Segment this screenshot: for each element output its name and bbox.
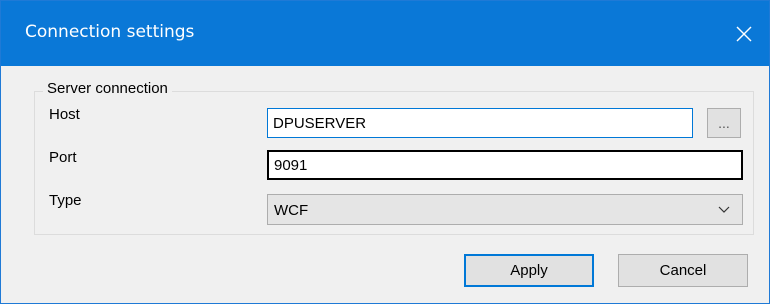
chevron-down-icon bbox=[718, 206, 730, 213]
port-input[interactable] bbox=[267, 150, 743, 180]
host-input[interactable] bbox=[267, 108, 693, 138]
browse-host-button[interactable]: ... bbox=[707, 108, 741, 138]
window-title: Connection settings bbox=[25, 22, 195, 42]
type-label: Type bbox=[49, 192, 82, 209]
type-select[interactable]: WCF bbox=[267, 194, 743, 225]
close-icon bbox=[736, 26, 752, 41]
type-select-value: WCF bbox=[274, 202, 309, 219]
connection-settings-dialog: Connection settings Server connection Ho… bbox=[0, 0, 770, 304]
apply-button-label: Apply bbox=[510, 262, 548, 279]
cancel-button[interactable]: Cancel bbox=[618, 254, 748, 287]
browse-button-label: ... bbox=[718, 115, 730, 131]
close-button[interactable] bbox=[719, 1, 769, 66]
host-label: Host bbox=[49, 106, 80, 123]
group-legend: Server connection bbox=[43, 80, 172, 97]
cancel-button-label: Cancel bbox=[659, 262, 707, 279]
title-bar[interactable]: Connection settings bbox=[1, 1, 769, 66]
port-label: Port bbox=[49, 149, 77, 166]
apply-button[interactable]: Apply bbox=[464, 254, 594, 287]
